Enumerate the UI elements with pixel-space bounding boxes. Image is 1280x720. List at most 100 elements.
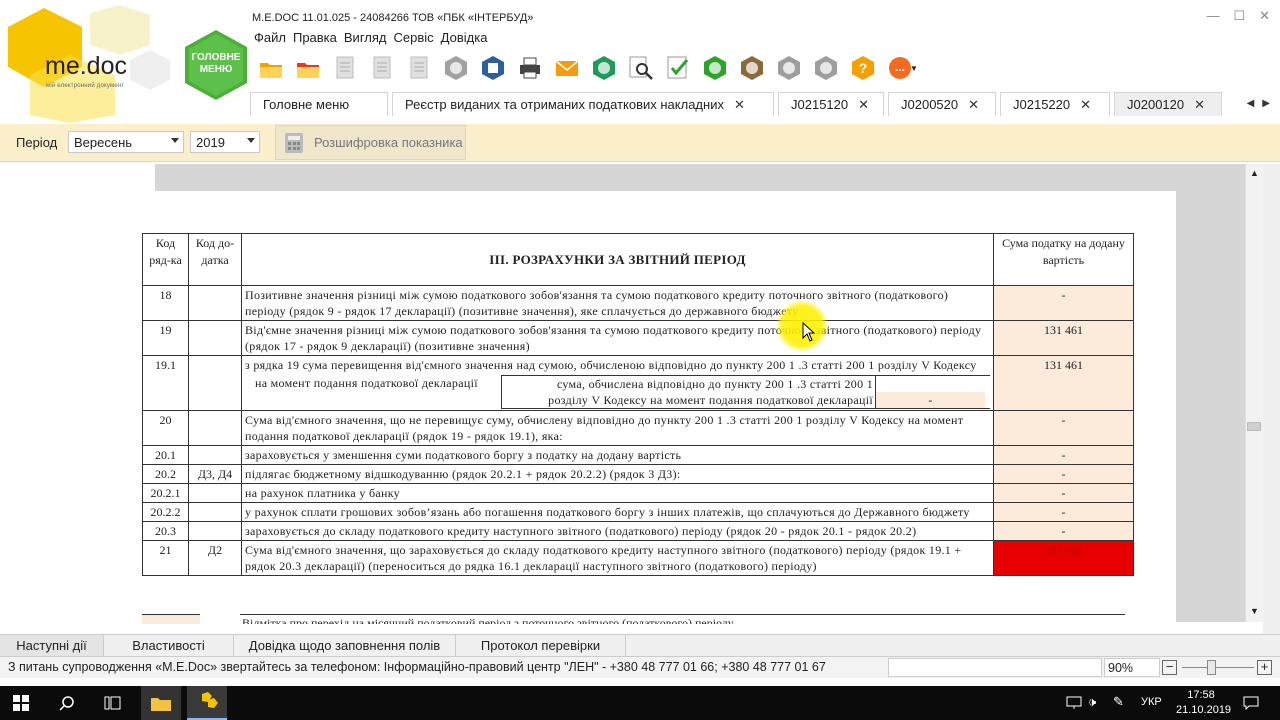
preview-button[interactable] [622, 52, 659, 84]
edit-doc-button[interactable] [363, 52, 400, 84]
volume-icon[interactable]: 🕩 [1088, 694, 1096, 710]
row-value[interactable]: - [993, 521, 1134, 541]
tab-main-menu[interactable]: Головне меню [250, 92, 388, 116]
monthly-period-checkbox[interactable] [142, 614, 200, 624]
close-tab-icon[interactable]: ✕ [734, 97, 745, 113]
scroll-down-icon[interactable]: ▼ [1250, 606, 1259, 616]
refresh-button[interactable] [696, 52, 733, 84]
row-value[interactable]: 131 461 [993, 320, 1134, 356]
minimize-icon[interactable]: — [1206, 8, 1219, 24]
delete-folder-button[interactable] [289, 52, 326, 84]
status-field [888, 658, 1102, 677]
zoom-slider-thumb[interactable] [1207, 660, 1216, 675]
row-description: на рахунок платника у банку [241, 483, 994, 503]
task-view-icon[interactable] [104, 695, 122, 711]
delete-doc-button[interactable] [400, 52, 437, 84]
tab-j0200120[interactable]: J0200120 ✕ [1114, 92, 1222, 116]
period-label: Період [16, 135, 58, 150]
network-icon[interactable] [1066, 696, 1082, 710]
language-indicator[interactable]: УКР [1141, 696, 1162, 708]
zoom-in-button[interactable]: + [1257, 660, 1272, 675]
menu-edit[interactable]: Правка [293, 30, 337, 45]
close-icon[interactable]: ✕ [1259, 8, 1270, 24]
close-tab-icon[interactable]: ✕ [858, 97, 869, 113]
tab-scroll-right-icon[interactable]: ▶ [1262, 98, 1270, 109]
close-tab-icon[interactable]: ✕ [968, 97, 979, 113]
hierarchy-icon [444, 56, 467, 80]
tab-check-protocol[interactable]: Протокол перевірки [456, 635, 626, 657]
taskbar-explorer[interactable] [141, 686, 181, 720]
row-text: Позитивне значення різниці між сумою под… [245, 288, 949, 318]
menu-help[interactable]: Довідка [441, 30, 488, 45]
scroll-thumb[interactable] [1247, 422, 1261, 431]
tab-scroll-left-icon[interactable]: ◀ [1247, 98, 1255, 109]
tab-j0215220[interactable]: J0215220 ✕ [1000, 92, 1110, 116]
zoom-slider-track[interactable] [1182, 667, 1254, 668]
row-description: Позитивне значення різниці між сумою под… [241, 285, 994, 321]
new-folder-button[interactable] [252, 52, 289, 84]
sub-value[interactable]: - [876, 392, 985, 408]
more-dropdown-icon[interactable]: ▼ [910, 64, 918, 73]
taskbar-medoc[interactable] [187, 686, 227, 720]
row-value[interactable]: - [993, 445, 1134, 465]
hierarchy-button[interactable] [437, 52, 474, 84]
notifications-icon[interactable] [1243, 696, 1259, 710]
menu-file[interactable]: Файл [254, 30, 286, 45]
row-value[interactable]: - [993, 502, 1134, 522]
row-code: 19.1 [142, 355, 189, 411]
scroll-up-icon[interactable]: ▲ [1250, 168, 1259, 178]
home-menu-label[interactable]: ГОЛОВНЕ МЕНЮ [190, 52, 242, 76]
row-value[interactable]: - [993, 410, 1134, 446]
tab-next-actions[interactable]: Наступні дії [0, 635, 104, 657]
send-email-button[interactable] [548, 52, 585, 84]
month-select[interactable]: Вересень [68, 131, 184, 153]
table-header-row: Код ряд-ка Код до-датка ІІІ. РОЗРАХУНКИ … [142, 233, 1134, 286]
new-doc-button[interactable] [326, 52, 363, 84]
save-button[interactable] [474, 52, 511, 84]
header-cell: Сума податку на додану вартість [1002, 236, 1125, 267]
decode-indicator-button[interactable]: Розшифровка показника [275, 125, 466, 160]
menu-view[interactable]: Вигляд [344, 30, 387, 45]
close-tab-icon[interactable]: ✕ [1080, 97, 1091, 113]
table-row: 18 Позитивне значення різниці між сумою п… [142, 285, 1134, 321]
grid-settings-button[interactable] [733, 52, 770, 84]
row-text: у рахунок сплати грошових зобов’язань аб… [245, 505, 970, 519]
print-button[interactable] [511, 52, 548, 84]
preview-icon [629, 56, 653, 80]
tab-fields-help[interactable]: Довідка щодо заповнення полів [234, 635, 456, 657]
row-description: у рахунок сплати грошових зобов’язань аб… [241, 502, 994, 522]
tab-properties[interactable]: Властивості [104, 635, 234, 657]
check-button[interactable] [659, 52, 696, 84]
approve-badge-button[interactable] [807, 52, 844, 84]
sub-row: сума, обчислена відповідно до пункту 200… [502, 376, 990, 392]
archive-button[interactable] [770, 52, 807, 84]
search-icon[interactable] [59, 695, 75, 711]
windows-taskbar: 🕩 ✎ УКР 17:58 21.10.2019 [0, 686, 1280, 720]
tab-registry[interactable]: Реєстр виданих та отриманих податкових н… [392, 92, 774, 116]
table-row: 20.3 зараховується до складу податкового … [142, 521, 1134, 541]
app-header: me.doc мій електронний документ ГОЛОВНЕ … [0, 0, 1280, 125]
row-value[interactable]: 131 461 [993, 355, 1134, 411]
zoom-out-button[interactable]: − [1162, 660, 1177, 675]
row-value[interactable]: 131 461 [993, 540, 1134, 576]
tab-j0215120[interactable]: J0215120 ✕ [778, 92, 884, 116]
sign-key-button[interactable] [585, 52, 622, 84]
right-panel-strip [1263, 164, 1280, 634]
menu-service[interactable]: Сервіс [394, 30, 434, 45]
row-code: 19 [142, 320, 189, 356]
section-title: ІІІ. РОЗРАХУНКИ ЗА ЗВІТНИЙ ПЕРІОД [241, 233, 994, 286]
vertical-scrollbar[interactable]: ▲ ▼ [1245, 164, 1263, 622]
help-button[interactable]: ? [844, 52, 881, 84]
tab-j0200520[interactable]: J0200520 ✕ [888, 92, 996, 116]
clock[interactable]: 17:58 21.10.2019 [1176, 688, 1231, 718]
row-value[interactable]: - [993, 483, 1134, 503]
row-value[interactable]: - [993, 464, 1134, 484]
new-doc-icon [336, 56, 353, 79]
row-value[interactable]: - [993, 285, 1134, 321]
maximize-icon[interactable]: ☐ [1233, 8, 1245, 24]
table-body: 18 Позитивне значення різниці між сумою п… [142, 285, 1134, 576]
windows-start-icon[interactable] [13, 695, 29, 711]
pen-icon[interactable]: ✎ [1113, 694, 1124, 710]
close-tab-icon[interactable]: ✕ [1194, 97, 1205, 113]
year-select[interactable]: 2019 [190, 131, 260, 153]
